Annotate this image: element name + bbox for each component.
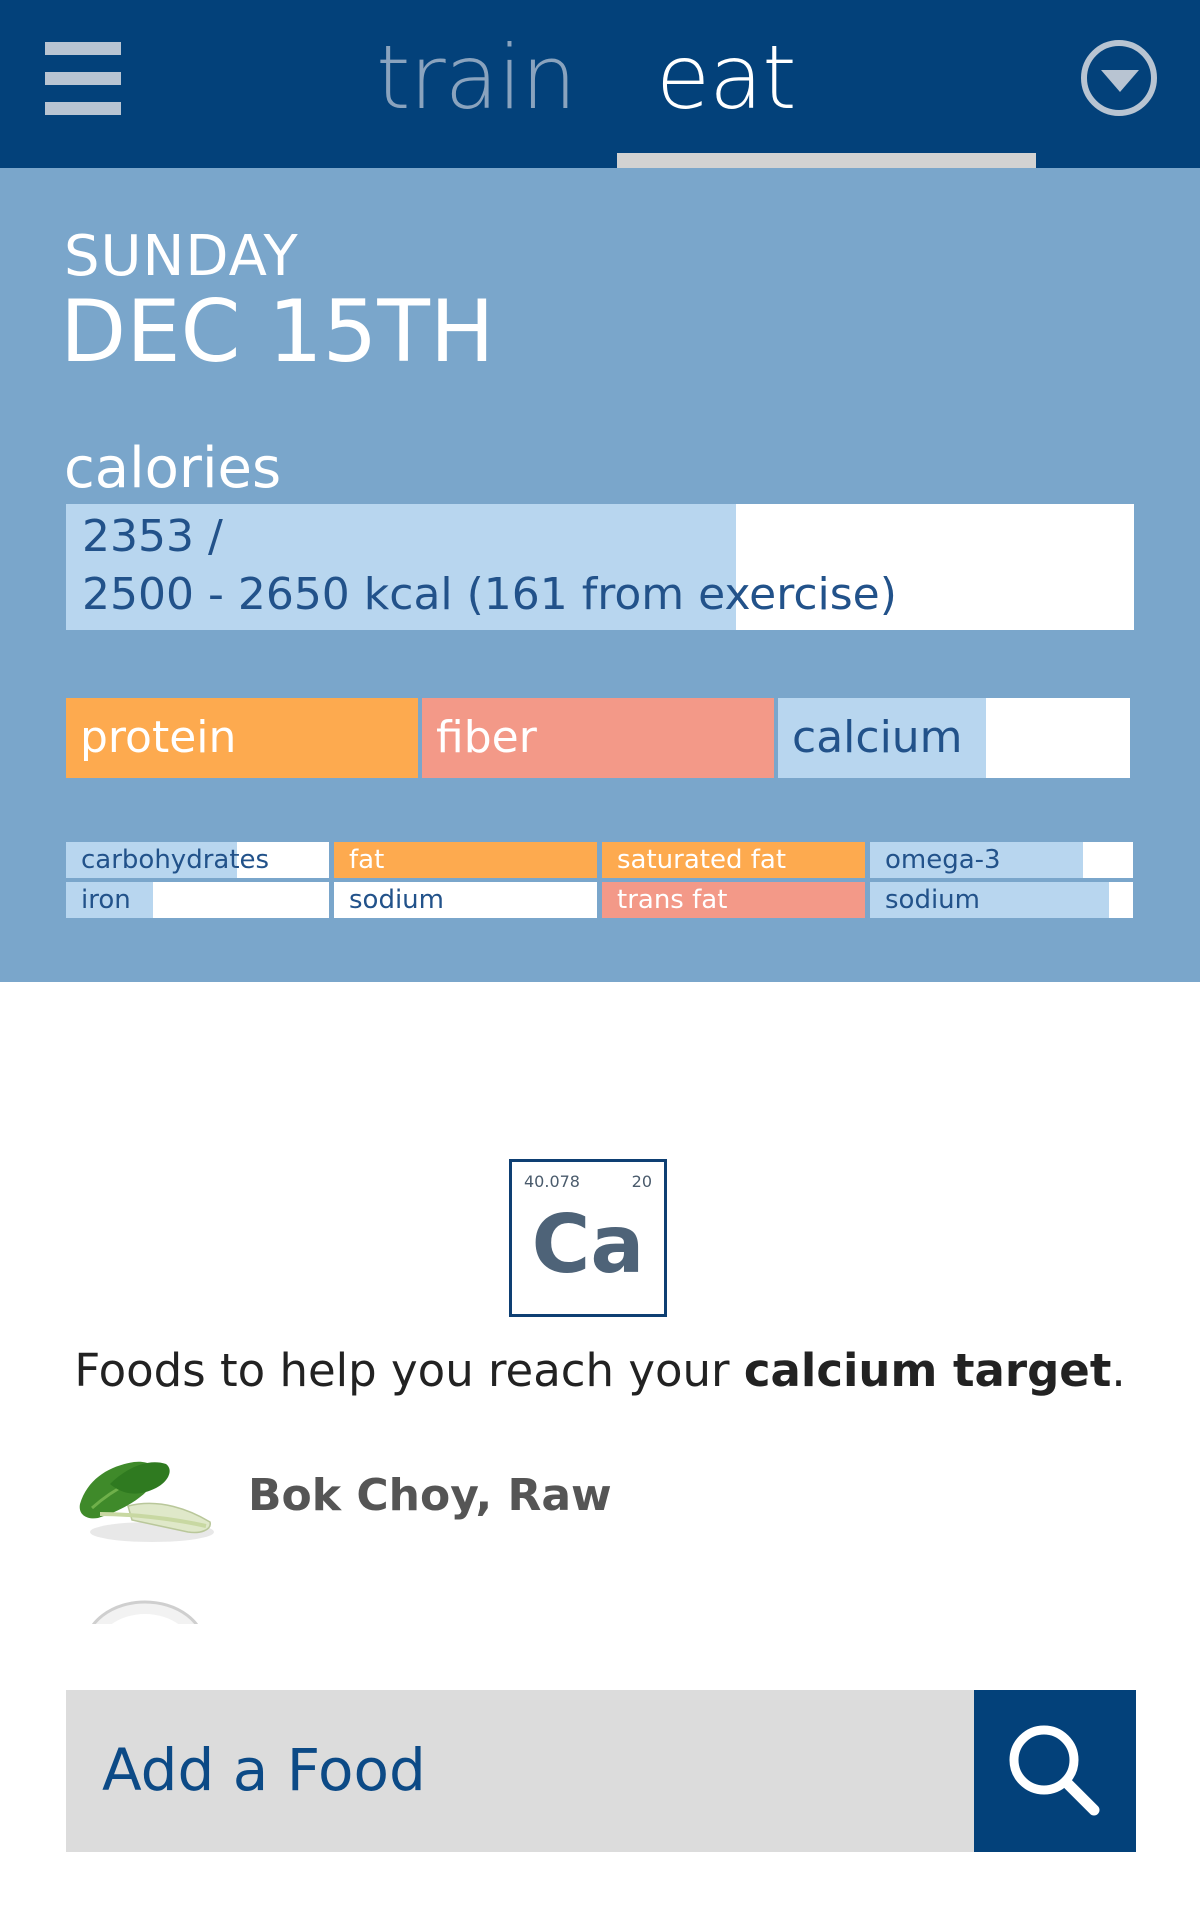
nutrient-bar-label: calcium: [792, 712, 963, 763]
tip-prefix: Foods to help you reach your: [74, 1344, 744, 1397]
nutrient-bar-trans-fat[interactable]: trans fat: [602, 882, 865, 918]
calories-progress-text: 2353 / 2500 - 2650 kcal (161 from exerci…: [82, 508, 897, 624]
bok-choy-image: [79, 1461, 214, 1542]
nutrient-bar-sodium[interactable]: sodium: [334, 882, 597, 918]
food-name: Bok Choy, Raw: [248, 1470, 612, 1521]
nutrient-bar-label: carbohydrates: [81, 845, 270, 875]
add-food-bar: Add a Food: [66, 1690, 1136, 1852]
tab-train[interactable]: train: [376, 28, 577, 128]
element-symbol: Ca: [531, 1198, 645, 1291]
nutrient-bar-label: iron: [81, 885, 131, 915]
nutrient-bar-fiber[interactable]: fiber: [422, 698, 774, 778]
nutrient-bar-label: trans fat: [617, 885, 728, 915]
top-app-bar: train eat: [0, 0, 1200, 168]
food-list-item-partial[interactable]: [70, 1598, 220, 1624]
tip-suffix: .: [1111, 1344, 1126, 1397]
chevron-down-circle-icon[interactable]: [1081, 40, 1157, 116]
nutrient-bar-label: omega-3: [885, 845, 1001, 875]
calories-target: 2500 - 2650 kcal (161 from exercise): [82, 569, 897, 620]
tab-eat[interactable]: eat: [656, 28, 797, 128]
calories-consumed: 2353 /: [82, 511, 223, 562]
nutrient-bar-label: fat: [349, 845, 385, 875]
nutrient-bar-omega-3[interactable]: omega-3: [870, 842, 1133, 878]
nutrient-bar-carbohydrates[interactable]: carbohydrates: [66, 842, 329, 878]
food-thumbnail-partial: [91, 1600, 199, 1624]
nutrient-bar-protein[interactable]: protein: [66, 698, 418, 778]
atomic-mass: 40.078: [524, 1172, 580, 1191]
nutrient-bar-label: fiber: [436, 712, 537, 763]
search-icon: [1009, 1725, 1100, 1816]
calories-progress-bar[interactable]: 2353 / 2500 - 2650 kcal (161 from exerci…: [66, 504, 1134, 630]
calcium-element-tile: 40.078 20 Ca: [509, 1159, 667, 1317]
nutrient-bar-saturated-fat[interactable]: saturated fat: [602, 842, 865, 878]
food-list-item[interactable]: Bok Choy, Raw: [70, 1448, 1070, 1558]
nutrient-bar-label: saturated fat: [617, 845, 787, 875]
daily-summary-panel: SUNDAY DEC 15TH calories 2353 / 2500 - 2…: [0, 168, 1200, 982]
add-food-input[interactable]: Add a Food: [66, 1690, 974, 1852]
secondary-nutrient-grid: carbohydrates fat saturated fat omega-3 iron…: [66, 842, 1134, 918]
search-button[interactable]: [974, 1690, 1136, 1852]
atomic-number: 20: [631, 1172, 652, 1191]
hamburger-menu-icon[interactable]: [45, 42, 121, 116]
active-tab-indicator: [617, 153, 1036, 168]
nutrient-bar-sodium[interactable]: sodium: [870, 882, 1133, 918]
nutrient-bar-label: protein: [80, 712, 237, 763]
primary-nutrient-bars: protein fiber calcium: [66, 698, 1134, 778]
nutrient-bar-label: sodium: [885, 885, 980, 915]
add-food-placeholder: Add a Food: [102, 1736, 426, 1804]
date-heading: DEC 15TH: [60, 282, 495, 382]
nutrient-bar-label: sodium: [349, 885, 444, 915]
nutrient-bar-fat[interactable]: fat: [334, 842, 597, 878]
food-suggestion-tip: Foods to help you reach your calcium tar…: [0, 1344, 1200, 1397]
nutrient-bar-iron[interactable]: iron: [66, 882, 329, 918]
calories-label: calories: [64, 436, 282, 501]
nutrient-bar-calcium[interactable]: calcium: [778, 698, 1130, 778]
tip-emphasis: calcium target: [743, 1344, 1112, 1397]
day-of-week: SUNDAY: [64, 224, 299, 289]
